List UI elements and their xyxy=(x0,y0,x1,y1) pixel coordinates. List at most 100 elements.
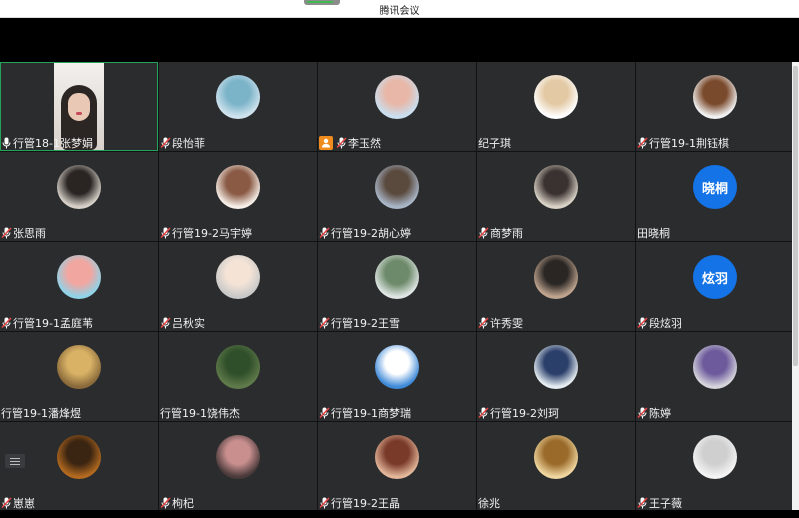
participant-avatar xyxy=(693,345,737,389)
participant-avatar: 炫羽 xyxy=(693,255,737,299)
participant-avatar xyxy=(216,75,260,119)
gallery-scrollbar[interactable] xyxy=(792,62,799,510)
participant-tile[interactable]: 晓桐 田晓桐 xyxy=(636,152,794,241)
participant-avatar xyxy=(216,255,260,299)
participant-avatar xyxy=(57,255,101,299)
mic-muted-icon xyxy=(160,137,171,149)
participant-avatar xyxy=(375,165,419,209)
mic-muted-icon xyxy=(1,227,12,239)
participant-avatar xyxy=(375,435,419,479)
mic-muted-icon xyxy=(478,407,489,419)
participant-name-bar: 商梦雨 xyxy=(478,226,523,240)
participant-tile[interactable]: 李玉然 xyxy=(318,62,476,151)
participant-tile[interactable]: 许秀雯 xyxy=(477,242,635,331)
mic-muted-icon xyxy=(478,227,489,239)
participant-name: 张思雨 xyxy=(13,227,46,240)
participant-tile[interactable]: 行管19-1饶伟杰 xyxy=(159,332,317,421)
participant-name: 王子薇 xyxy=(649,497,682,510)
participant-name: 许秀雯 xyxy=(490,317,523,330)
mic-muted-icon xyxy=(160,227,171,239)
participant-name: 枸杞 xyxy=(172,497,194,510)
participant-tile[interactable]: 陈婷 xyxy=(636,332,794,421)
participant-name-bar: 行管19-1荆钰棋 xyxy=(637,136,729,150)
participant-avatar xyxy=(375,255,419,299)
participant-name-bar: 纪子琪 xyxy=(478,136,511,150)
participant-name-bar: 李玉然 xyxy=(319,136,381,150)
participant-tile[interactable]: 张思雨 xyxy=(0,152,158,241)
top-black-band xyxy=(0,18,799,62)
participant-tile[interactable]: 吕秋实 xyxy=(159,242,317,331)
participant-avatar xyxy=(693,75,737,119)
participant-name: 行管19-2刘珂 xyxy=(490,407,559,420)
participant-tile[interactable]: 炫羽段炫羽 xyxy=(636,242,794,331)
participant-name: 李玉然 xyxy=(348,137,381,150)
participant-tile[interactable]: 行管19-2王雪 xyxy=(318,242,476,331)
title-bar: 腾讯会议 xyxy=(0,0,799,18)
participant-tile[interactable]: 商梦雨 xyxy=(477,152,635,241)
participant-name-bar: 段怡菲 xyxy=(160,136,205,150)
participant-avatar xyxy=(375,345,419,389)
participant-tile[interactable]: 纪子琪 xyxy=(477,62,635,151)
participant-name-bar: 吕秋实 xyxy=(160,316,205,330)
participant-avatar xyxy=(57,435,101,479)
participant-tile[interactable]: 行管19-2胡心婷 xyxy=(318,152,476,241)
participant-name: 行管19-1饶伟杰 xyxy=(160,407,240,420)
participant-tile[interactable]: 枸杞 xyxy=(159,422,317,511)
participant-name: 行管19-2王雪 xyxy=(331,317,400,330)
mic-muted-icon xyxy=(319,497,330,509)
participant-name: 陈婷 xyxy=(649,407,671,420)
participant-name: 商梦雨 xyxy=(490,227,523,240)
participant-name-bar: 行管19-1潘烽煜 xyxy=(1,406,81,420)
window-title: 腾讯会议 xyxy=(379,6,420,17)
participant-name-bar: 行管19-1饶伟杰 xyxy=(160,406,240,420)
mic-muted-icon xyxy=(637,407,648,419)
participant-name: 徐兆 xyxy=(478,497,500,510)
mic-muted-icon xyxy=(160,497,171,509)
person-icon xyxy=(319,136,333,150)
participant-name-bar: 行管19-2王雪 xyxy=(319,316,400,330)
participant-avatar xyxy=(534,435,578,479)
scrollbar-thumb[interactable] xyxy=(793,66,798,366)
participant-tile[interactable]: 行管19-1商梦瑞 xyxy=(318,332,476,421)
mic-muted-icon xyxy=(160,317,171,329)
mic-muted-icon xyxy=(637,137,648,149)
participant-name-bar: 行管19-2王晶 xyxy=(319,496,400,510)
participant-tile[interactable]: 行管19-1荆钰棋 xyxy=(636,62,794,151)
participant-name-bar: 田晓桐 xyxy=(637,226,670,240)
participant-tile[interactable]: 行管19-2王晶 xyxy=(318,422,476,511)
participant-name: 段炫羽 xyxy=(649,317,682,330)
participant-tile[interactable]: 行管19-2马宇婷 xyxy=(159,152,317,241)
participant-avatar xyxy=(57,165,101,209)
participant-avatar xyxy=(693,435,737,479)
participant-name-bar: 陈婷 xyxy=(637,406,671,420)
participant-tile[interactable]: 段怡菲 xyxy=(159,62,317,151)
participant-name: 行管19-2胡心婷 xyxy=(331,227,411,240)
participant-tile[interactable]: 行管19-1潘烽煜 xyxy=(0,332,158,421)
participant-avatar xyxy=(216,165,260,209)
participant-avatar xyxy=(216,345,260,389)
mic-icon xyxy=(1,137,12,149)
mic-muted-icon xyxy=(478,317,489,329)
participant-name: 段怡菲 xyxy=(172,137,205,150)
participant-tile[interactable]: 徐兆 xyxy=(477,422,635,511)
participant-tile[interactable]: 王子薇 xyxy=(636,422,794,511)
participant-avatar xyxy=(375,75,419,119)
participant-name-bar: 王子薇 xyxy=(637,496,682,510)
participant-tile[interactable]: 行管19-2刘珂 xyxy=(477,332,635,421)
participant-name-bar: 枸杞 xyxy=(160,496,194,510)
participant-name-bar: 行管19-2刘珂 xyxy=(478,406,559,420)
participant-name: 行管19-1潘烽煜 xyxy=(1,407,81,420)
participant-avatar xyxy=(534,75,578,119)
participant-name-bar: 段炫羽 xyxy=(637,316,682,330)
participant-tile[interactable]: 崽崽 xyxy=(0,422,158,511)
participant-name-bar: 行管18-1张梦娟 xyxy=(1,136,93,150)
mic-muted-icon xyxy=(319,227,330,239)
participant-name: 纪子琪 xyxy=(478,137,511,150)
participant-gallery: 行管18-1张梦娟 段怡菲 李玉然 纪子琪 行管19-1荆钰棋 张思雨 行管19-2马宇婷行… xyxy=(0,62,794,511)
participant-tile[interactable]: 行管18-1张梦娟 xyxy=(0,62,158,151)
mic-muted-icon xyxy=(637,317,648,329)
participant-tile[interactable]: 行管19-1孟庭苇 xyxy=(0,242,158,331)
bottom-black-band xyxy=(0,510,799,518)
list-menu-icon[interactable] xyxy=(5,454,25,468)
participant-name: 行管19-1商梦瑞 xyxy=(331,407,411,420)
